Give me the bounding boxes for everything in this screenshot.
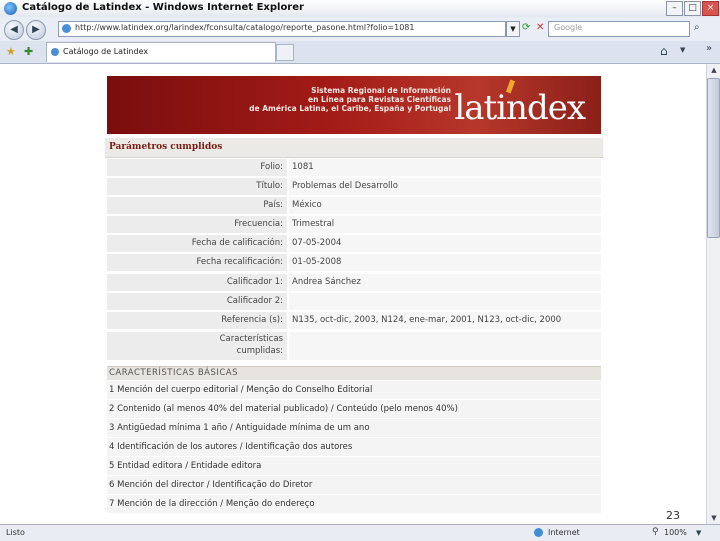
section-title-bar: Parámetros cumplidos	[105, 138, 603, 158]
criteria-item: 5 Entidad editora / Entidade editora	[107, 457, 601, 476]
field-row: Título: Problemas del Desarrollo	[107, 178, 601, 196]
criteria-item: 4 Identificación de los autores / Identi…	[107, 438, 601, 457]
internet-zone-icon	[534, 528, 543, 537]
address-dropdown-icon[interactable]: ▼	[506, 21, 520, 37]
scrollbar-thumb[interactable]	[707, 78, 720, 238]
field-row: País: México	[107, 197, 601, 215]
field-label: Folio:	[260, 162, 283, 172]
characteristics-header: CARACTERÍSTICAS BÁSICAS	[107, 366, 601, 380]
slide-page-number: 23	[664, 509, 682, 522]
field-value: 07-05-2004	[292, 238, 342, 248]
tab-label: Catálogo de Latindex	[63, 47, 149, 56]
window-title: Catálogo de Latindex - Windows Internet …	[22, 2, 304, 13]
field-label: País:	[263, 200, 283, 210]
field-label: Título:	[256, 181, 283, 191]
stop-icon[interactable]: ✕	[536, 22, 544, 33]
field-value: México	[292, 200, 322, 210]
field-value: 1081	[292, 162, 314, 172]
refresh-icon[interactable]: ⟳	[522, 22, 530, 33]
minimize-icon[interactable]: –	[666, 1, 683, 16]
field-label: Calificador 1:	[226, 277, 283, 287]
forward-icon[interactable]: ▶	[26, 20, 46, 40]
ie-icon	[4, 2, 17, 15]
tab-page-icon	[51, 48, 59, 56]
address-input[interactable]: http://www.latindex.org/larindex/fconsul…	[58, 21, 506, 37]
section-title: Parámetros cumplidos	[109, 142, 223, 152]
field-value: Andrea Sánchez	[292, 277, 361, 287]
field-label: Referencia (s):	[221, 315, 283, 325]
field-label: Frecuencia:	[234, 219, 283, 229]
banner-line-2: en Línea para Revistas Científicas	[308, 95, 451, 104]
criteria-text: 7 Mención de la dirección / Menção do en…	[109, 499, 315, 509]
security-zone: Internet	[548, 528, 580, 537]
criteria-item: 7 Mención de la dirección / Menção do en…	[107, 495, 601, 514]
banner-text: Sistema Regional de Información en Línea…	[249, 86, 451, 113]
field-value: Trimestral	[292, 219, 335, 229]
field-row-characteristics: Características cumplidas:	[107, 332, 601, 361]
characteristics-title: CARACTERÍSTICAS BÁSICAS	[109, 368, 239, 378]
maximize-icon[interactable]: □	[684, 1, 701, 16]
criteria-text: 6 Mención del director / Identificação d…	[109, 480, 313, 490]
address-toolbar: ◀ ▶ http://www.latindex.org/larindex/fco…	[0, 17, 720, 42]
search-placeholder: Google	[554, 23, 583, 32]
status-bar: Listo Internet ⚲ 100% ▼	[0, 524, 720, 541]
field-value: 01-05-2008	[292, 257, 342, 267]
criteria-item: 6 Mención del director / Identificação d…	[107, 476, 601, 495]
field-row: Frecuencia: Trimestral	[107, 216, 601, 234]
field-label: Calificador 2:	[226, 296, 283, 306]
field-row: Referencia (s): N135, oct-dic, 2003, N124…	[107, 312, 601, 330]
window-title-bar: Catálogo de Latindex - Windows Internet …	[0, 0, 720, 18]
home-icon[interactable]: ⌂	[660, 44, 668, 58]
latindex-banner: Sistema Regional de Información en Línea…	[107, 76, 601, 134]
url-text: http://www.latindex.org/larindex/fconsul…	[75, 23, 415, 32]
back-icon[interactable]: ◀	[4, 20, 24, 40]
more-tools-icon[interactable]: »	[706, 43, 712, 54]
zoom-dropdown-icon[interactable]: ▼	[696, 529, 701, 537]
criteria-text: 1 Mención del cuerpo editorial / Menção …	[109, 385, 373, 395]
search-input[interactable]: Google	[548, 21, 690, 37]
zoom-icon[interactable]: ⚲	[652, 527, 659, 537]
close-icon[interactable]: ×	[702, 1, 719, 16]
field-row: Fecha recalificación: 01-05-2008	[107, 254, 601, 272]
add-favorites-icon[interactable]: ✚	[24, 45, 33, 58]
banner-line-3: de América Latina, el Caribe, España y P…	[249, 104, 451, 113]
new-tab-button[interactable]	[276, 44, 294, 61]
page-icon	[62, 24, 71, 33]
page-content: Sistema Regional de Información en Línea…	[0, 64, 706, 524]
favorites-star-icon[interactable]: ★	[6, 45, 16, 58]
field-row: Folio: 1081	[107, 159, 601, 177]
criteria-item: 2 Contenido (al menos 40% del material p…	[107, 400, 601, 419]
field-value: Problemas del Desarrollo	[292, 181, 398, 191]
field-label: cumplidas:	[236, 346, 283, 356]
tab-bar: ★ ✚ Catálogo de Latindex ⌂ ▼ »	[0, 41, 720, 64]
field-row: Calificador 1: Andrea Sánchez	[107, 274, 601, 292]
criteria-item: 3 Antigüedad mínima 1 año / Antiguidade …	[107, 419, 601, 438]
field-row: Fecha de calificación: 07-05-2004	[107, 235, 601, 253]
scroll-down-icon[interactable]: ▼	[708, 512, 720, 524]
criteria-text: 2 Contenido (al menos 40% del material p…	[109, 404, 458, 414]
criteria-item: 1 Mención del cuerpo editorial / Menção …	[107, 381, 601, 400]
tab-catalogo[interactable]: Catálogo de Latindex	[46, 42, 276, 62]
criteria-text: 4 Identificación de los autores / Identi…	[109, 442, 353, 452]
criteria-text: 3 Antigüedad mínima 1 año / Antiguidade …	[109, 423, 370, 433]
field-value: N135, oct-dic, 2003, N124, ene-mar, 2001…	[292, 315, 562, 325]
field-row: Calificador 2:	[107, 293, 601, 311]
home-dropdown-icon[interactable]: ▼	[680, 46, 685, 54]
status-text: Listo	[6, 528, 25, 537]
latindex-logo: latindex	[454, 88, 586, 128]
banner-line-1: Sistema Regional de Información	[311, 86, 451, 95]
field-label: Fecha recalificación:	[196, 257, 284, 267]
field-label: Características	[219, 334, 283, 344]
scroll-up-icon[interactable]: ▲	[708, 64, 720, 76]
field-label: Fecha de calificación:	[191, 238, 283, 248]
zoom-level[interactable]: 100%	[664, 528, 687, 537]
search-icon[interactable]: ⌕	[694, 22, 700, 33]
criteria-text: 5 Entidad editora / Entidade editora	[109, 461, 262, 471]
